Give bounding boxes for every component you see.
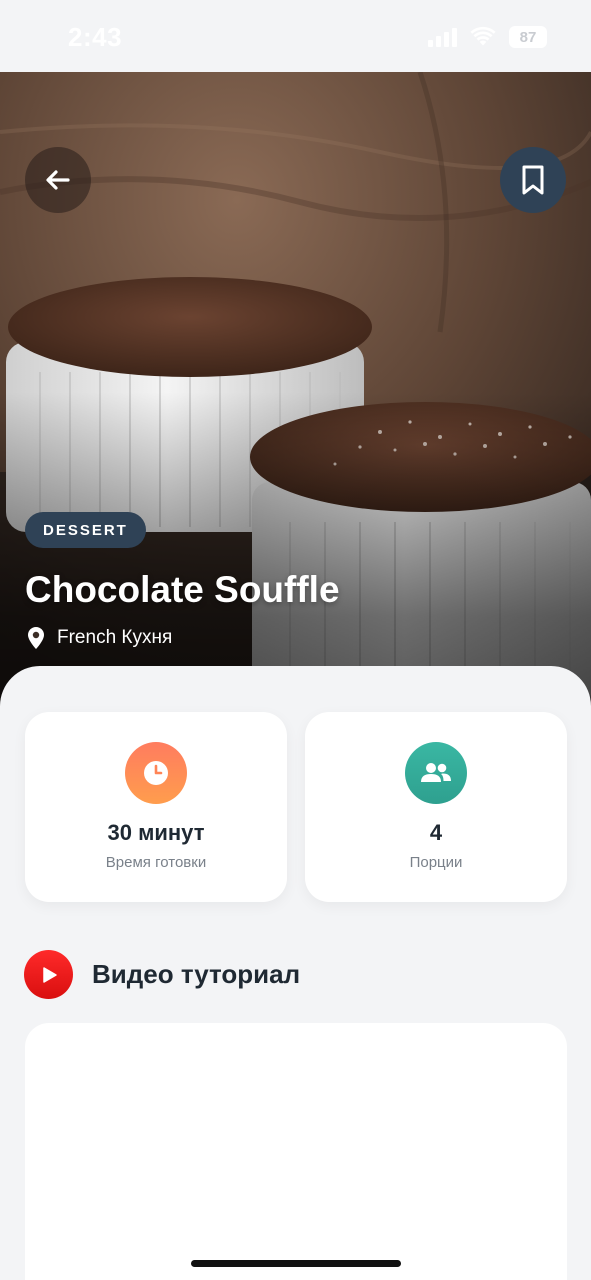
arrow-left-icon: [46, 170, 70, 190]
recipe-detail-screen: 2:43 87 DESSERT Chocolate Souffle French…: [0, 0, 591, 1280]
video-section-title: Видео туториал: [92, 959, 301, 989]
location-pin-icon: [28, 627, 44, 649]
cuisine-origin: French Кухня: [27, 626, 172, 650]
video-player[interactable]: [25, 1023, 567, 1280]
cook-time-label: Время готовки: [105, 854, 207, 871]
recipe-title: Chocolate Souffle: [25, 569, 340, 610]
category-badge: DESSERT: [25, 512, 146, 548]
servings-card: 4 Порции: [305, 712, 567, 902]
wifi-icon: [470, 26, 496, 46]
cook-time-card: 30 минут Время готовки: [25, 712, 287, 902]
battery-indicator: 87: [509, 26, 547, 48]
youtube-play-icon: [24, 950, 73, 999]
cellular-signal-icon: [428, 27, 457, 47]
servings-label: Порции: [409, 854, 463, 871]
servings-icon-circle: [405, 742, 467, 804]
status-indicators: 87: [428, 26, 547, 48]
back-button[interactable]: [25, 147, 91, 213]
cuisine-label: French Кухня: [57, 627, 173, 648]
servings-value: 4: [429, 820, 443, 845]
status-time: 2:43: [68, 22, 123, 52]
cook-time-value: 30 минут: [107, 820, 205, 845]
recipe-hero: DESSERT Chocolate Souffle French Кухня: [0, 72, 591, 712]
status-bar: 2:43 87: [0, 0, 591, 72]
video-tutorial-header: Видео туториал: [24, 950, 300, 999]
bookmark-icon: [522, 165, 544, 195]
home-indicator[interactable]: [191, 1260, 401, 1267]
people-icon: [421, 763, 451, 782]
bookmark-button[interactable]: [500, 147, 566, 213]
play-icon: [42, 966, 57, 983]
recipe-content: 30 минут Время готовки 4 Порции Видео ту…: [0, 666, 591, 1280]
cook-time-icon-circle: [125, 742, 187, 804]
clock-icon: [144, 761, 168, 785]
